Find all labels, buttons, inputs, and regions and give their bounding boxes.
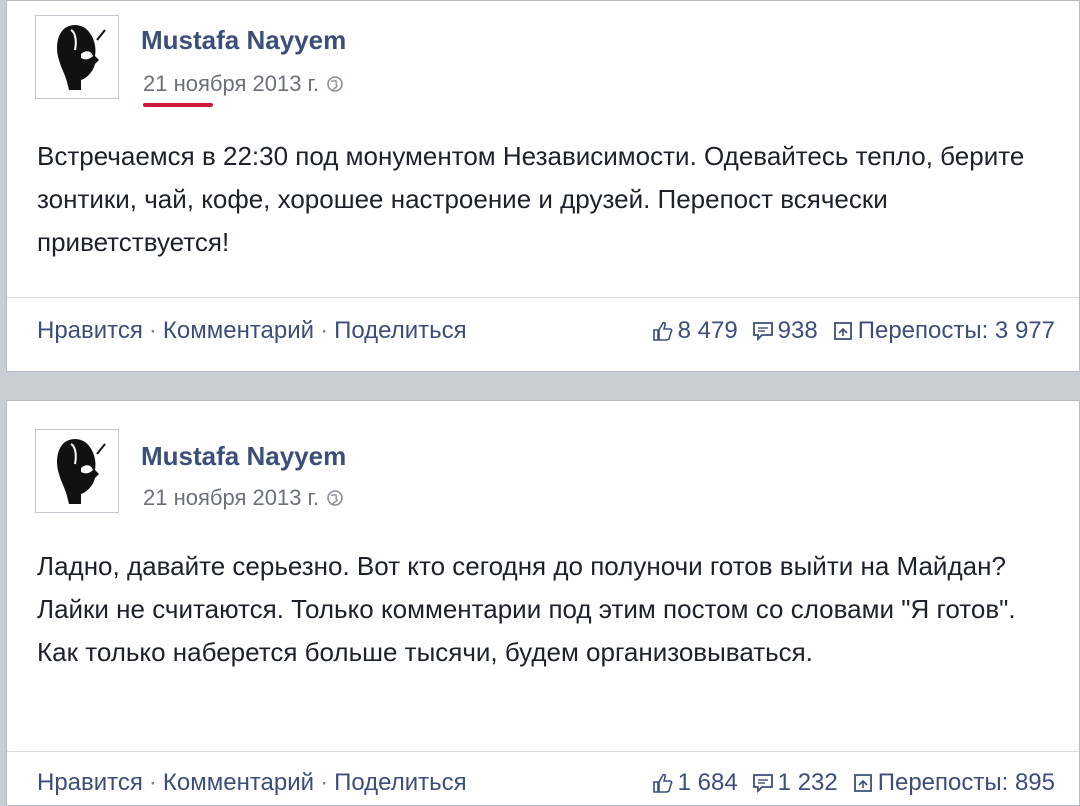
action-separator: · [320,317,329,344]
thumbs-up-icon [652,773,673,793]
action-separator: · [320,769,329,796]
like-button[interactable]: Нравится [37,769,143,797]
post-stats: 1 684 1 232 Перепосты: 895 [638,769,1055,797]
post-card: Mustafa Nayyem 21 ноября 2013 г. Ладно, … [6,400,1080,806]
date-highlight-underline [143,103,213,107]
globe-icon [327,490,343,506]
post-card: Mustafa Nayyem 21 ноября 2013 г. Встреча… [6,0,1080,372]
reposts-count[interactable]: Перепосты: 3 977 [832,317,1055,345]
comments-count-value: 1 232 [777,769,838,796]
post-actions: Нравится · Комментарий · Поделиться [37,769,467,797]
post-date[interactable]: 21 ноября 2013 г. [143,71,343,97]
author-avatar[interactable] [35,429,119,513]
likes-count-value: 1 684 [677,769,738,796]
post-date-text[interactable]: 21 ноября 2013 г. [143,485,319,511]
action-separator: · [148,769,157,796]
share-button[interactable]: Поделиться [334,769,467,797]
comments-count[interactable]: 938 [752,317,818,345]
reposts-count-value: Перепосты: 895 [877,769,1055,796]
likes-count-value: 8 479 [677,317,738,344]
post-divider [7,751,1079,752]
comment-icon [752,774,773,794]
author-avatar[interactable] [35,15,119,99]
likes-count[interactable]: 8 479 [652,317,738,345]
share-button[interactable]: Поделиться [334,317,467,345]
post-date-text[interactable]: 21 ноября 2013 г. [143,71,319,97]
post-text: Ладно, давайте серьезно. Вот кто сегодня… [37,551,1016,667]
reposts-count-value: Перепосты: 3 977 [857,317,1055,344]
comment-button[interactable]: Комментарий [163,317,314,345]
like-button[interactable]: Нравится [37,317,143,345]
comments-count[interactable]: 1 232 [752,769,838,797]
post-actions: Нравится · Комментарий · Поделиться [37,317,467,345]
repost-icon [833,322,852,340]
comment-button[interactable]: Комментарий [163,769,314,797]
post-stats: 8 479 938 Перепосты: 3 977 [638,317,1055,345]
post-text: Встречаемся в 22:30 под монументом Незав… [37,141,1025,257]
comments-count-value: 938 [777,317,818,344]
author-name[interactable]: Mustafa Nayyem [141,25,346,56]
comment-icon [752,322,773,342]
avatar-portrait-icon [57,439,106,504]
post-divider [7,297,1079,298]
action-separator: · [148,317,157,344]
post-date[interactable]: 21 ноября 2013 г. [143,485,343,511]
author-name[interactable]: Mustafa Nayyem [141,441,346,472]
avatar-portrait-icon [57,25,106,90]
thumbs-up-icon [652,321,673,341]
repost-icon [853,774,872,792]
likes-count[interactable]: 1 684 [652,769,738,797]
reposts-count[interactable]: Перепосты: 895 [852,769,1055,797]
globe-icon [327,76,343,92]
